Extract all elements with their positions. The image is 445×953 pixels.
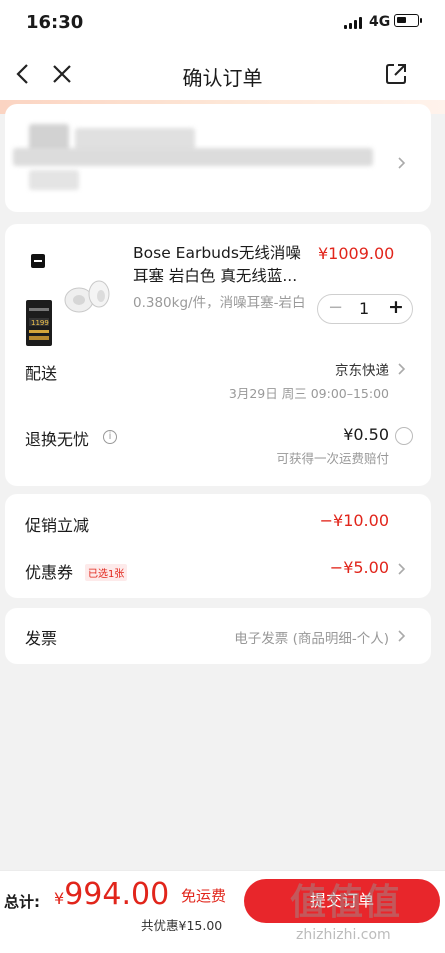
battery-icon <box>394 14 422 27</box>
product-card: 1199 Bose Earbuds无线消噪耳塞 岩白色 真无线蓝... ¥100… <box>5 224 431 486</box>
delivery-time: 3月29日 周三 09:00–15:00 <box>228 386 389 401</box>
address-card[interactable] <box>5 104 431 212</box>
coupon-tag: 已选1张 <box>85 564 128 581</box>
signal-icon <box>344 17 364 29</box>
network-type: 4G <box>369 14 391 30</box>
promotion-label: 促销立减 <box>25 516 90 535</box>
page-title: 确认订单 <box>182 66 263 90</box>
quantity-stepper: − 1 + <box>317 294 413 324</box>
watermark: 值值值 zhizhizhi.com <box>290 871 445 953</box>
product-price: ¥1009.00 <box>318 244 395 263</box>
quantity-value[interactable]: 1 <box>359 299 369 318</box>
product-title[interactable]: Bose Earbuds无线消噪耳塞 岩白色 真无线蓝... <box>133 242 311 288</box>
nav-bar: 确认订单 <box>0 46 445 104</box>
invoice-label: 发票 <box>25 629 58 648</box>
total-label: 总计: <box>4 893 40 911</box>
watermark-url: zhizhizhi.com <box>296 927 391 943</box>
product-spec: 0.380kg/件，消噪耳塞-岩白 <box>133 295 306 311</box>
status-bar: 16:30 4G <box>0 0 445 46</box>
invoice-value[interactable]: 电子发票 (商品明细-个人) <box>234 627 389 647</box>
chevron-right-icon[interactable] <box>397 562 407 576</box>
chevron-right-icon <box>398 157 406 169</box>
coupon-label: 优惠券 <box>25 563 74 582</box>
delivery-label: 配送 <box>25 364 58 383</box>
delivery-carrier[interactable]: 京东快递 <box>335 359 389 379</box>
invoice-card[interactable]: 发票 电子发票 (商品明细-个人) <box>5 608 431 664</box>
redacted-address-line <box>13 148 373 166</box>
thumb-price: 1199 <box>31 319 49 327</box>
watermark-logo: 值值值 <box>290 882 402 923</box>
free-shipping-label: 免运费 <box>181 887 227 905</box>
returns-note: 可获得一次运费赔付 <box>276 451 389 466</box>
share-icon[interactable] <box>383 61 409 87</box>
currency-symbol: ¥ <box>54 889 65 908</box>
promotion-card: 促销立减 −¥10.00 优惠券 已选1张 −¥5.00 <box>5 494 431 598</box>
discount-summary[interactable]: 共优惠¥15.00 <box>141 915 222 934</box>
info-icon[interactable]: i <box>103 430 117 444</box>
redacted-address-line <box>29 170 79 190</box>
returns-radio[interactable] <box>395 427 413 445</box>
chevron-right-icon[interactable] <box>397 629 407 643</box>
total-amount: 994.00 <box>64 877 170 912</box>
promotion-value: −¥10.00 <box>319 511 389 530</box>
product-thumbnail[interactable]: 1199 <box>21 242 117 362</box>
chevron-right-icon[interactable] <box>397 362 407 376</box>
checkout-bar: 总计: ¥994.00 免运费 共优惠¥15.00 提交订单 值值值 zhizh… <box>0 870 445 953</box>
increase-button[interactable]: + <box>388 296 404 318</box>
returns-price: ¥0.50 <box>343 425 389 444</box>
decrease-button[interactable]: − <box>328 297 343 318</box>
total-price: ¥994.00 <box>54 877 169 912</box>
returns-label: 退换无忧 <box>25 430 90 449</box>
status-time: 16:30 <box>26 12 84 33</box>
coupon-value[interactable]: −¥5.00 <box>330 558 389 577</box>
